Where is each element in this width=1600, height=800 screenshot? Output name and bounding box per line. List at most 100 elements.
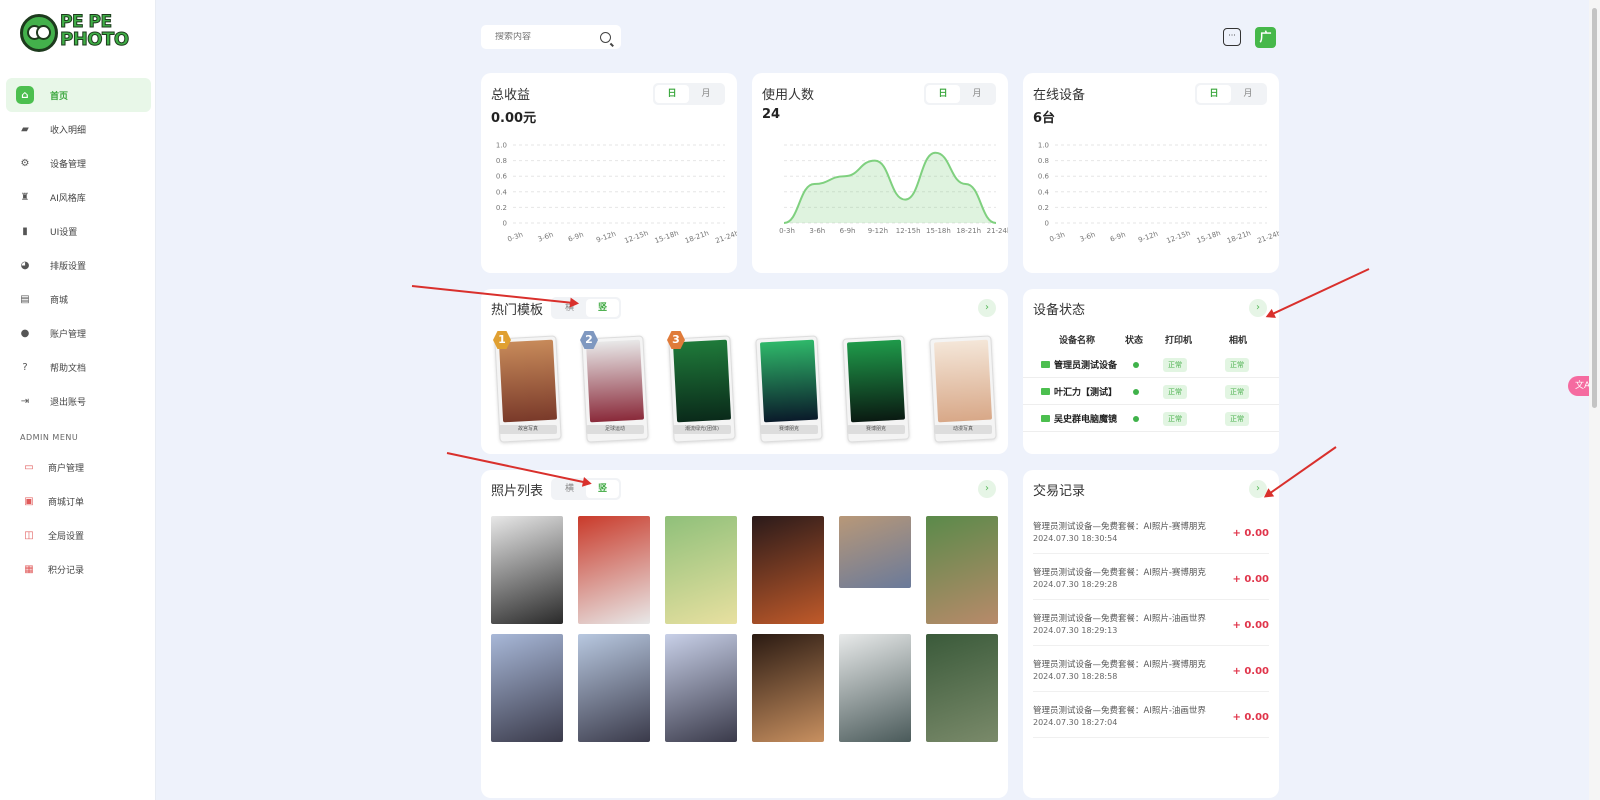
device-row[interactable]: 吴史群电脑魔镜 正常 正常	[1023, 405, 1279, 432]
photo-thumbnail[interactable]	[578, 516, 650, 624]
template-item[interactable]: 故宫写真 1	[491, 331, 578, 443]
search-input[interactable]	[495, 32, 595, 42]
area-fill	[784, 152, 996, 223]
nav-item-bag[interactable]: ▣ 商城订单	[12, 484, 152, 518]
nav-item-label: 设备管理	[50, 159, 87, 170]
brand-logo[interactable]: PE PE PHOTO	[20, 13, 130, 54]
photo-thumbnail[interactable]	[839, 634, 911, 742]
x-tick-label: 6-9h	[567, 231, 585, 244]
photo-thumbnail[interactable]	[752, 634, 824, 742]
scrollbar-thumb[interactable]	[1592, 8, 1597, 408]
device-name-cell: 叶汇力【测试】	[1041, 378, 1117, 405]
main-nav: ⌂ 首页 ▰ 收入明细 ⚙ 设备管理 ♜ AI风格库 ▮ UI设置 ◕ 排版设置 ▤ 商城 ● 账户管理? 帮助…	[6, 78, 151, 418]
x-tick-label: 6-9h	[840, 227, 856, 235]
shop-icon: ▤	[20, 293, 30, 305]
period-day-tab[interactable]: 日	[926, 85, 960, 103]
template-name: 赛博朋克	[847, 425, 905, 434]
nav-item-logout[interactable]: ⇥ 退出账号	[6, 384, 151, 418]
nav-item-monitor[interactable]: ▭ 商户管理	[12, 450, 152, 484]
nav-item-record[interactable]: ▦ 积分记录	[12, 552, 152, 586]
nav-item-shop[interactable]: ▤ 商城	[6, 282, 151, 316]
stat-value: 6台	[1033, 111, 1056, 126]
nav-item-settings[interactable]: ◫ 全局设置	[12, 518, 152, 552]
template-name: 足球运动	[586, 425, 644, 434]
logout-icon: ⇥	[20, 395, 30, 407]
device-icon	[1041, 361, 1050, 368]
y-tick-label: 0.2	[1038, 204, 1049, 212]
nav-item-palette[interactable]: ◕ 排版设置	[6, 248, 151, 282]
x-tick-label: 3-6h	[537, 231, 555, 244]
period-toggle: 日 月	[924, 83, 996, 105]
period-month-tab[interactable]: 月	[960, 85, 994, 103]
template-item[interactable]: 潮流绿光(团体) 3	[665, 331, 752, 443]
transaction-item[interactable]: 管理员测试设备—免费套餐：AI照片-赛博朋克 2024.07.30 18:28:5…	[1033, 646, 1269, 692]
orientation-portrait-tab[interactable]: 竖	[586, 299, 619, 317]
device-status-cell	[1133, 351, 1139, 378]
photo-grid	[491, 516, 998, 742]
photo-thumbnail[interactable]	[491, 634, 563, 742]
chevron-right-icon[interactable]: ›	[978, 299, 996, 317]
header-status: 状态	[1125, 335, 1144, 346]
search-box[interactable]	[481, 25, 621, 49]
template-list: 故宫写真 1 足球运动 2 潮流绿光(团体) 3 赛博朋克 赛博朋克 动漫写真	[491, 331, 1013, 443]
hot-templates-title: 热门模板	[491, 303, 544, 318]
nav-item-user[interactable]: ● 账户管理	[6, 316, 151, 350]
search-icon[interactable]	[600, 31, 611, 43]
period-toggle: 日 月	[1195, 83, 1267, 105]
phone-icon: ▮	[22, 225, 28, 237]
transaction-item[interactable]: 管理员测试设备—免费套餐：AI照片-赛博朋克 2024.07.30 18:30:5…	[1033, 508, 1269, 554]
nav-item-stamp[interactable]: ♜ AI风格库	[6, 180, 151, 214]
transaction-time: 2024.07.30 18:28:58	[1033, 672, 1118, 681]
photo-thumbnail[interactable]	[578, 634, 650, 742]
x-tick-label: 15-18h	[926, 227, 951, 235]
device-row[interactable]: 叶汇力【测试】 正常 正常	[1023, 378, 1279, 405]
period-day-tab[interactable]: 日	[1197, 85, 1231, 103]
nav-item-wallet[interactable]: ▰ 收入明细	[6, 112, 151, 146]
y-tick-label: 0.6	[496, 173, 508, 181]
printer-cell: 正常	[1163, 378, 1187, 405]
photo-thumbnail[interactable]	[926, 516, 998, 624]
record-icon: ▦	[24, 563, 34, 575]
camera-status-badge: 正常	[1225, 357, 1249, 372]
nav-item-label: 积分记录	[48, 565, 85, 576]
ad-button[interactable]: 广	[1255, 27, 1276, 48]
transaction-item[interactable]: 管理员测试设备—免费套餐：AI照片-油画世界 2024.07.30 18:29:1…	[1033, 600, 1269, 646]
x-tick-label: 0-3h	[1048, 231, 1066, 244]
photo-thumbnail[interactable]	[926, 634, 998, 742]
x-tick-label: 6-9h	[1109, 231, 1127, 244]
nav-item-home[interactable]: ⌂ 首页	[6, 78, 151, 112]
x-tick-label: 9-12h	[595, 230, 617, 244]
photo-thumbnail[interactable]	[491, 516, 563, 624]
sidebar: PE PE PHOTO ⌂ 首页 ▰ 收入明细 ⚙ 设备管理 ♜ AI风格库 ▮ UI设置 ◕ 排版设…	[0, 0, 156, 800]
devices-chart: 0 0.2 0.4 0.6 0.8 1.0 0-3h 3-6h 6-9h 9-12h 12-15h 1…	[1038, 142, 1279, 246]
printer-cell: 正常	[1163, 351, 1187, 378]
x-tick-label: 21-24h	[987, 227, 1008, 235]
period-month-tab[interactable]: 月	[689, 85, 723, 103]
transaction-item[interactable]: 管理员测试设备—免费套餐：AI照片-油画世界 2024.07.30 18:27:0…	[1033, 692, 1269, 738]
photo-thumbnail[interactable]	[839, 516, 911, 588]
period-day-tab[interactable]: 日	[655, 85, 689, 103]
device-icon	[1041, 415, 1050, 422]
photo-thumbnail[interactable]	[752, 516, 824, 624]
nav-item-help[interactable]: ? 帮助文档	[6, 350, 151, 384]
frog-logo-icon	[20, 14, 58, 52]
period-month-tab[interactable]: 月	[1231, 85, 1265, 103]
chevron-right-icon[interactable]: ›	[978, 480, 996, 498]
photo-list-card: 照片列表 横 竖 ›	[481, 470, 1008, 798]
y-tick-label: 0.2	[496, 204, 507, 212]
template-item[interactable]: 赛博朋克	[839, 331, 926, 443]
template-item[interactable]: 足球运动 2	[578, 331, 665, 443]
transaction-item[interactable]: 管理员测试设备—免费套餐：AI照片-赛博朋克 2024.07.30 18:29:2…	[1033, 554, 1269, 600]
camera-cell: 正常	[1225, 405, 1249, 432]
template-item[interactable]: 动漫写真	[926, 331, 1013, 443]
message-icon[interactable]: ···	[1223, 28, 1241, 46]
photo-thumbnail[interactable]	[665, 634, 737, 742]
photo-thumbnail[interactable]	[665, 516, 737, 624]
device-row[interactable]: 管理员测试设备 正常 正常	[1023, 351, 1279, 378]
transaction-amount: + 0.00	[1232, 528, 1269, 539]
transaction-time: 2024.07.30 18:30:54	[1033, 534, 1118, 543]
nav-item-phone[interactable]: ▮ UI设置	[6, 214, 151, 248]
template-item[interactable]: 赛博朋克	[752, 331, 839, 443]
device-name: 叶汇力【测试】	[1054, 388, 1118, 398]
nav-item-gear[interactable]: ⚙ 设备管理	[6, 146, 151, 180]
